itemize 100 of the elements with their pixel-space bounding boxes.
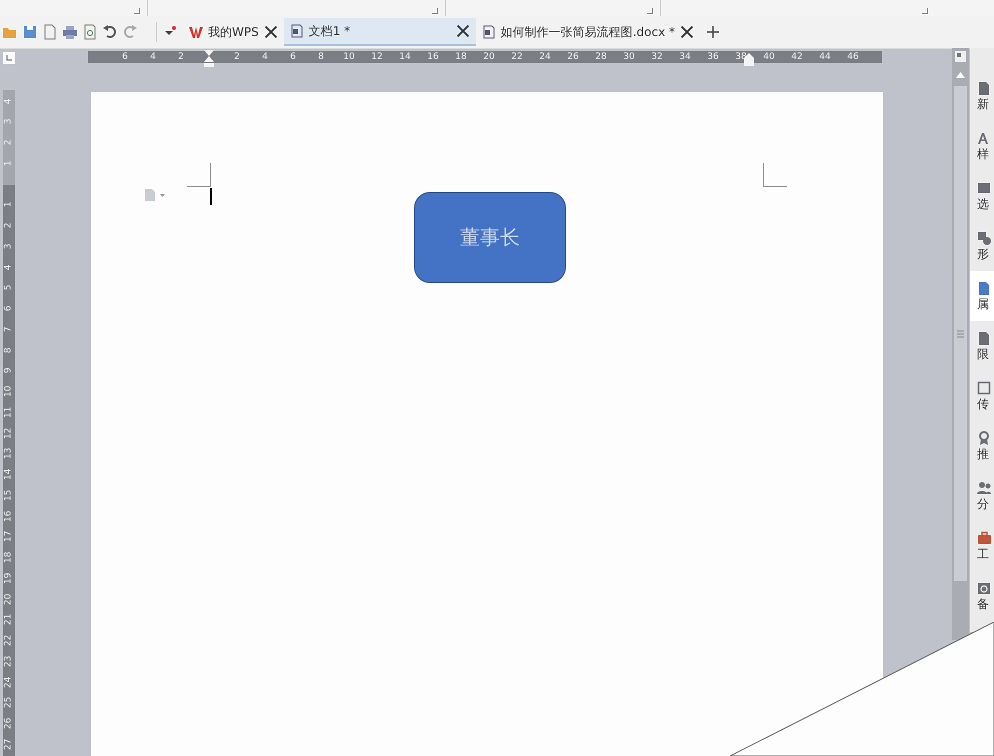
ruler-number: 11 bbox=[3, 406, 15, 418]
recommend-icon bbox=[977, 431, 991, 445]
ruler-number: 2 bbox=[177, 51, 185, 63]
scroll-grip-icon[interactable] bbox=[957, 330, 964, 338]
ruler-number: 10 bbox=[342, 51, 356, 63]
ruler-number: 23 bbox=[2, 655, 15, 668]
ruler-number: 32 bbox=[650, 51, 664, 63]
shape-icon bbox=[977, 231, 991, 245]
indent-marker[interactable] bbox=[744, 53, 754, 66]
style-icon bbox=[977, 131, 991, 145]
ruler-number: 22 bbox=[2, 634, 15, 646]
task-pane-item[interactable]: 新 bbox=[970, 71, 994, 121]
ruler-number: 14 bbox=[398, 51, 412, 63]
task-pane-item[interactable]: 分 bbox=[970, 471, 994, 521]
ruler-number: 8 bbox=[2, 346, 15, 355]
dialog-launcher-icon[interactable] bbox=[134, 8, 140, 14]
task-pane-item[interactable]: 属 bbox=[970, 271, 994, 321]
ruler-number: 3 bbox=[2, 242, 15, 252]
task-pane-item[interactable]: 样 bbox=[970, 121, 994, 171]
ruler-number: 6 bbox=[289, 51, 297, 63]
ruler-number: 2 bbox=[2, 138, 15, 148]
new-tab-icon[interactable] bbox=[706, 25, 720, 39]
ruler-number: 24 bbox=[538, 51, 552, 63]
document-icon bbox=[290, 24, 304, 38]
document-icon bbox=[482, 25, 496, 39]
ruler-number: 6 bbox=[121, 51, 129, 63]
close-icon[interactable] bbox=[456, 24, 470, 38]
dialog-launcher-icon[interactable] bbox=[922, 8, 928, 14]
ruler-number: 15 bbox=[3, 489, 15, 502]
ruler-number: 26 bbox=[2, 717, 15, 730]
print-icon[interactable] bbox=[62, 24, 78, 40]
ruler-number: 30 bbox=[622, 51, 636, 63]
ruler-number: 10 bbox=[2, 385, 15, 398]
ruler-number: 4 bbox=[261, 51, 269, 63]
split-view-icon[interactable] bbox=[952, 48, 969, 65]
ruler-number: 46 bbox=[846, 51, 860, 63]
ruler-number: 1 bbox=[3, 159, 15, 168]
ruler-number: 40 bbox=[762, 51, 776, 63]
indent-marker[interactable] bbox=[204, 50, 214, 67]
document-tab[interactable]: 文档1 * bbox=[284, 18, 476, 46]
task-pane-item[interactable]: 形 bbox=[970, 221, 994, 271]
ruler-number: 2 bbox=[233, 51, 241, 63]
wps-logo-icon bbox=[189, 25, 203, 39]
scroll-up-icon[interactable] bbox=[956, 72, 965, 78]
ruler-number: 28 bbox=[594, 51, 608, 63]
ruler-number: 9 bbox=[2, 366, 15, 376]
ruler-number: 3 bbox=[2, 118, 15, 127]
ruler-number: 12 bbox=[370, 51, 384, 63]
ruler-number: 16 bbox=[2, 510, 15, 522]
scrollbar[interactable] bbox=[952, 48, 969, 640]
dialog-launcher-icon[interactable] bbox=[647, 8, 653, 14]
select-icon bbox=[977, 181, 991, 195]
ruler-number: 6 bbox=[2, 304, 15, 314]
ruler-number: 34 bbox=[678, 51, 692, 63]
property-icon bbox=[977, 281, 991, 295]
dialog-launcher-icon[interactable] bbox=[432, 8, 438, 14]
ruler-number: 25 bbox=[2, 696, 15, 709]
ruler-number: 19 bbox=[2, 572, 15, 584]
ruler-number: 18 bbox=[454, 51, 468, 63]
ruler-number: 13 bbox=[2, 448, 15, 460]
ruler-number: 14 bbox=[3, 468, 15, 480]
image-icon bbox=[977, 381, 991, 395]
ruler-number: 2 bbox=[2, 222, 15, 230]
task-pane-item[interactable]: 推 bbox=[970, 421, 994, 471]
ruler-number: 27 bbox=[2, 738, 15, 750]
print-preview-icon[interactable] bbox=[82, 24, 98, 40]
ruler-number: 24 bbox=[2, 676, 15, 688]
document-icon[interactable] bbox=[42, 24, 58, 40]
ruler-number: 44 bbox=[818, 51, 832, 63]
ruler-number: 36 bbox=[706, 51, 720, 63]
ruler-number: 21 bbox=[2, 614, 15, 626]
ruler-number: 16 bbox=[426, 51, 440, 63]
task-pane-item[interactable]: 限 bbox=[970, 321, 994, 371]
ruler-number: 8 bbox=[317, 51, 325, 63]
restrict-icon bbox=[977, 331, 991, 345]
task-pane-item[interactable]: 工 bbox=[970, 521, 994, 571]
ruler-number: 7 bbox=[3, 325, 15, 334]
ruler-number: 12 bbox=[2, 426, 15, 439]
ruler-number: 26 bbox=[566, 51, 580, 63]
margin-corner-mark bbox=[187, 163, 211, 187]
ruler-number: 5 bbox=[3, 284, 15, 293]
ruler-number: 22 bbox=[510, 51, 524, 63]
text-cursor bbox=[210, 188, 212, 205]
ruler-number: 20 bbox=[482, 51, 496, 63]
task-pane-item[interactable]: 选 bbox=[970, 171, 994, 221]
new-icon bbox=[977, 81, 991, 95]
task-pane-item[interactable]: 传 bbox=[970, 371, 994, 421]
task-pane-item[interactable]: 备 bbox=[970, 571, 994, 621]
share-icon bbox=[977, 481, 991, 495]
backup-icon bbox=[977, 581, 991, 595]
undo-icon[interactable] bbox=[102, 24, 118, 40]
save-icon[interactable] bbox=[22, 24, 38, 40]
ruler-number: 18 bbox=[2, 551, 15, 564]
close-icon[interactable] bbox=[264, 25, 278, 39]
close-icon[interactable] bbox=[680, 25, 694, 39]
ruler-number: 1 bbox=[3, 200, 15, 210]
ruler-number: 20 bbox=[2, 592, 15, 605]
ruler-number: 42 bbox=[790, 51, 804, 63]
margin-corner-mark bbox=[763, 163, 787, 187]
ruler-number: 4 bbox=[149, 51, 157, 63]
